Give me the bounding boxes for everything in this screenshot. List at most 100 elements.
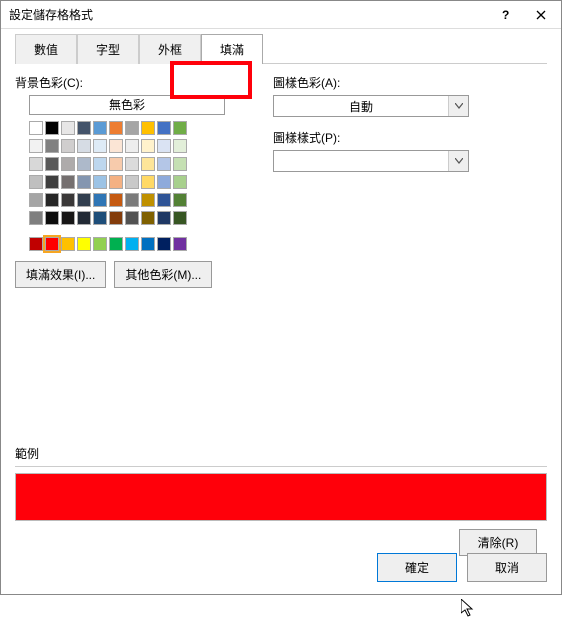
color-swatch[interactable] [125,211,139,225]
color-swatch[interactable] [29,175,43,189]
tab-fill[interactable]: 填滿 [201,34,263,64]
palette-row [29,121,245,135]
fill-effects-button[interactable]: 填滿效果(I)... [15,261,106,288]
color-swatch[interactable] [77,139,91,153]
titlebar: 設定儲存格格式 ? [1,1,561,29]
pattern-style-label: 圖樣樣式(P): [273,129,547,146]
color-swatch[interactable] [45,157,59,171]
color-swatch[interactable] [29,237,43,251]
color-swatch[interactable] [77,175,91,189]
color-swatch[interactable] [93,175,107,189]
color-swatch[interactable] [157,157,171,171]
color-swatch[interactable] [45,121,59,135]
palette-row [29,139,245,153]
format-cells-dialog: 設定儲存格格式 ? 數值 字型 外框 填滿 背景色彩(C): 無色彩 [0,0,562,595]
color-swatch[interactable] [61,139,75,153]
color-swatch[interactable] [109,237,123,251]
color-swatch[interactable] [173,175,187,189]
chevron-down-icon [448,151,468,171]
color-swatch[interactable] [173,237,187,251]
color-swatch[interactable] [157,211,171,225]
color-swatch[interactable] [61,211,75,225]
color-swatch[interactable] [125,157,139,171]
cursor-icon [461,599,477,619]
color-swatch[interactable] [173,157,187,171]
color-swatch[interactable] [157,237,171,251]
color-swatch[interactable] [93,237,107,251]
color-swatch[interactable] [93,157,107,171]
color-swatch[interactable] [93,211,107,225]
pattern-color-dropdown[interactable]: 自動 [273,95,469,117]
color-swatch[interactable] [93,121,107,135]
color-swatch[interactable] [29,211,43,225]
sample-fill [16,474,546,520]
close-button[interactable] [523,3,559,27]
color-swatch[interactable] [61,175,75,189]
color-swatch[interactable] [29,139,43,153]
color-swatch[interactable] [141,193,155,207]
tab-font[interactable]: 字型 [77,34,139,64]
color-swatch[interactable] [109,139,123,153]
ok-button[interactable]: 確定 [377,553,457,582]
color-swatch[interactable] [109,193,123,207]
color-swatch[interactable] [125,237,139,251]
color-swatch[interactable] [125,121,139,135]
color-swatch[interactable] [77,237,91,251]
palette-row [29,157,245,171]
color-swatch[interactable] [93,139,107,153]
color-swatch[interactable] [61,121,75,135]
sample-label: 範例 [15,445,547,462]
dialog-body: 數值 字型 外框 填滿 背景色彩(C): 無色彩 填滿效果(I)... 其他色彩… [1,29,561,594]
sample-group: 範例 [15,445,547,521]
color-swatch[interactable] [77,193,91,207]
color-swatch[interactable] [93,193,107,207]
color-swatch[interactable] [173,193,187,207]
color-swatch[interactable] [109,157,123,171]
color-swatch[interactable] [173,211,187,225]
help-button[interactable]: ? [487,3,523,27]
clear-button[interactable]: 清除(R) [459,529,537,556]
color-swatch[interactable] [45,175,59,189]
color-swatch[interactable] [45,237,59,251]
color-swatch[interactable] [109,211,123,225]
color-swatch[interactable] [157,139,171,153]
dialog-title: 設定儲存格格式 [9,6,487,23]
color-swatch[interactable] [61,193,75,207]
color-swatch[interactable] [109,121,123,135]
color-swatch[interactable] [45,139,59,153]
more-colors-button[interactable]: 其他色彩(M)... [114,261,212,288]
color-swatch[interactable] [125,193,139,207]
pattern-color-value: 自動 [274,98,448,115]
color-swatch[interactable] [45,193,59,207]
color-swatch[interactable] [125,139,139,153]
color-swatch[interactable] [77,121,91,135]
color-swatch[interactable] [77,211,91,225]
color-swatch[interactable] [141,175,155,189]
color-swatch[interactable] [141,121,155,135]
color-swatch[interactable] [141,211,155,225]
palette-row [29,211,245,225]
no-color-button[interactable]: 無色彩 [29,95,225,115]
color-swatch[interactable] [29,193,43,207]
color-swatch[interactable] [61,237,75,251]
color-swatch[interactable] [141,139,155,153]
color-swatch[interactable] [157,175,171,189]
color-swatch[interactable] [109,175,123,189]
color-swatch[interactable] [77,157,91,171]
color-swatch[interactable] [157,193,171,207]
standard-colors-row [29,237,245,251]
color-swatch[interactable] [61,157,75,171]
color-swatch[interactable] [157,121,171,135]
color-swatch[interactable] [141,157,155,171]
tab-border[interactable]: 外框 [139,34,201,64]
color-swatch[interactable] [29,121,43,135]
color-swatch[interactable] [29,157,43,171]
color-swatch[interactable] [141,237,155,251]
color-swatch[interactable] [45,211,59,225]
color-swatch[interactable] [173,139,187,153]
pattern-style-dropdown[interactable] [273,150,469,172]
color-swatch[interactable] [125,175,139,189]
tab-number[interactable]: 數值 [15,34,77,64]
cancel-button[interactable]: 取消 [467,553,547,582]
color-swatch[interactable] [173,121,187,135]
